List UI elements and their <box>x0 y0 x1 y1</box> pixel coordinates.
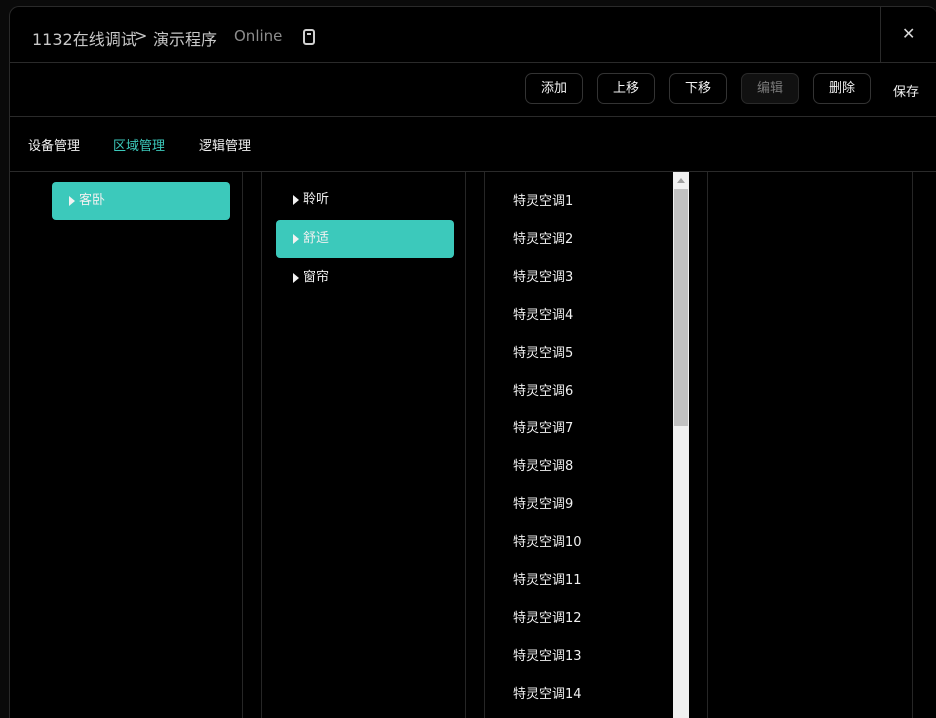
scene-label: 聆听 <box>303 192 330 207</box>
scene-label: 窗帘 <box>303 270 330 285</box>
tab-area-management[interactable]: 区域管理 <box>113 135 165 154</box>
device-list-item[interactable]: 特灵空调5 <box>513 342 573 361</box>
room-item[interactable]: 客卧 <box>52 182 230 220</box>
room-label: 客卧 <box>79 193 106 208</box>
title-bar: 1132在线调试 > 演示程序 Online ✕ <box>10 7 936 63</box>
tablet-icon[interactable] <box>303 29 315 45</box>
device-list-item[interactable]: 特灵空调6 <box>513 380 573 399</box>
device-list-item[interactable]: 特灵空调13 <box>513 645 582 664</box>
scene-item[interactable]: 窗帘 <box>276 259 454 297</box>
save-button[interactable]: 保存 <box>893 81 919 100</box>
device-list-item[interactable]: 特灵空调4 <box>513 304 573 323</box>
delete-button[interactable]: 删除 <box>813 73 871 104</box>
tab-bar: 设备管理 区域管理 逻辑管理 <box>10 117 936 172</box>
dialog-window: 1132在线调试 > 演示程序 Online ✕ 添加 上移 下移 编辑 删除 … <box>9 6 936 718</box>
device-list-item[interactable]: 特灵空调2 <box>513 228 573 247</box>
add-button[interactable]: 添加 <box>525 73 583 104</box>
device-list-item[interactable]: 特灵空调14 <box>513 683 582 702</box>
move-up-button[interactable]: 上移 <box>597 73 655 104</box>
column-divider <box>912 172 913 718</box>
edit-button[interactable]: 编辑 <box>741 73 799 104</box>
scrollbar[interactable] <box>673 172 689 718</box>
device-list-item[interactable]: 特灵空调11 <box>513 569 582 588</box>
device-list-item[interactable]: 特灵空调3 <box>513 266 573 285</box>
column-divider <box>707 172 708 718</box>
scroll-up-arrow-icon[interactable] <box>677 178 685 183</box>
column-divider <box>242 172 243 718</box>
expand-arrow-icon[interactable] <box>293 234 299 244</box>
connection-status: Online <box>234 27 283 45</box>
expand-arrow-icon[interactable] <box>293 195 299 205</box>
scene-label: 舒适 <box>303 231 330 246</box>
breadcrumb-current: 演示程序 <box>153 30 218 49</box>
scene-item[interactable]: 聆听 <box>276 181 454 219</box>
device-list-item[interactable]: 特灵空调9 <box>513 493 573 512</box>
expand-arrow-icon[interactable] <box>69 196 75 206</box>
tab-logic-management[interactable]: 逻辑管理 <box>199 135 251 154</box>
device-list-item[interactable]: 特灵空调1 <box>513 190 573 209</box>
breadcrumb-root[interactable]: 1132在线调试 <box>32 26 137 50</box>
move-down-button[interactable]: 下移 <box>669 73 727 104</box>
close-icon[interactable]: ✕ <box>902 26 915 42</box>
expand-arrow-icon[interactable] <box>293 273 299 283</box>
toolbar: 添加 上移 下移 编辑 删除 保存 <box>10 62 936 117</box>
column-divider <box>261 172 262 718</box>
breadcrumb-separator: > <box>134 26 148 45</box>
column-divider <box>484 172 485 718</box>
device-list-item[interactable]: 特灵空调12 <box>513 607 582 626</box>
close-button[interactable]: ✕ <box>880 7 936 62</box>
scrollbar-thumb[interactable] <box>674 189 688 426</box>
column-divider <box>465 172 466 718</box>
device-list-item[interactable]: 特灵空调8 <box>513 455 573 474</box>
scene-item[interactable]: 舒适 <box>276 220 454 258</box>
device-list-item[interactable]: 特灵空调10 <box>513 531 582 550</box>
device-list-item[interactable]: 特灵空调7 <box>513 417 573 436</box>
tab-device-management[interactable]: 设备管理 <box>28 135 80 154</box>
